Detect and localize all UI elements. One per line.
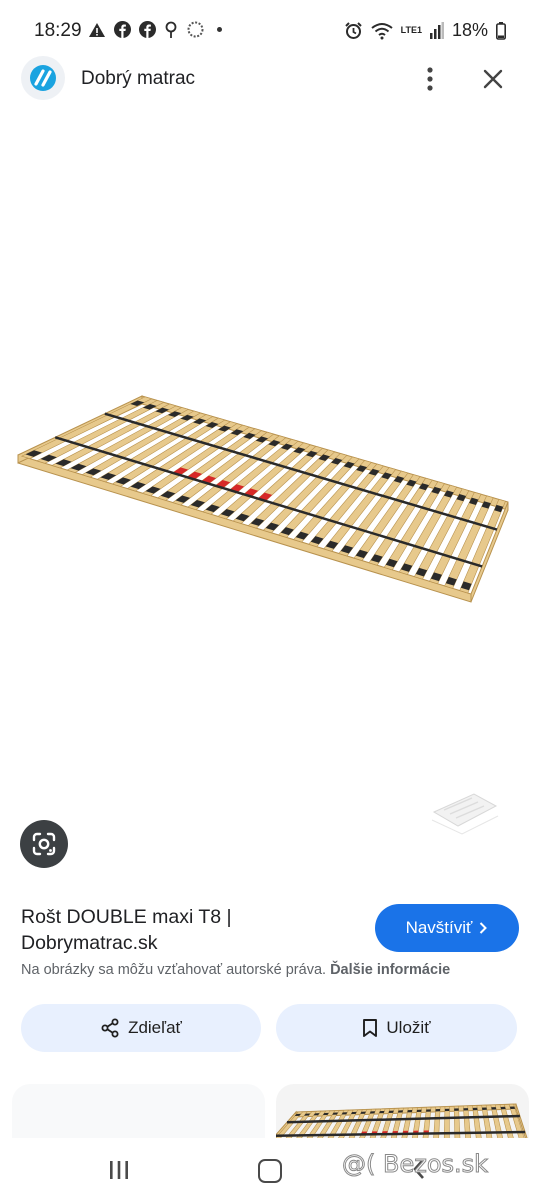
page-header: Dobrý matrac bbox=[0, 52, 540, 110]
dobry-matrac-logo-icon bbox=[30, 65, 56, 91]
share-label: Zdieľať bbox=[128, 1018, 182, 1037]
warning-icon bbox=[89, 22, 105, 37]
slat-holder bbox=[416, 1109, 422, 1113]
lens-icon bbox=[32, 832, 56, 856]
site-logo[interactable] bbox=[21, 56, 65, 100]
location-icon bbox=[165, 21, 177, 38]
battery-percent: 18% bbox=[451, 20, 488, 40]
recents-button[interactable] bbox=[108, 1160, 130, 1185]
share-icon bbox=[101, 1018, 119, 1038]
recents-icon bbox=[110, 1161, 128, 1179]
more-options-button[interactable] bbox=[412, 60, 448, 98]
copyright-notice: Na obrázky sa môžu vzťahovať autorské pr… bbox=[21, 962, 450, 978]
status-time: 18:29 bbox=[34, 20, 82, 41]
watermark-thumbnail bbox=[424, 772, 502, 848]
signal-icon bbox=[429, 22, 444, 39]
bed-thumbnail-image bbox=[431, 793, 499, 835]
slat-holder bbox=[509, 1106, 516, 1110]
close-button[interactable] bbox=[474, 60, 512, 98]
more-notifications-dot bbox=[217, 27, 222, 32]
slat-holder bbox=[388, 1110, 394, 1113]
status-right-icons: LTE1 18% bbox=[344, 20, 506, 41]
slat-holder bbox=[426, 1109, 431, 1112]
facebook-icon bbox=[114, 21, 131, 38]
chevron-right-icon bbox=[480, 922, 488, 934]
notification-icons bbox=[88, 20, 222, 39]
slat-holder bbox=[397, 1110, 403, 1113]
save-label: Uložiť bbox=[386, 1018, 431, 1037]
wifi-icon bbox=[371, 22, 393, 39]
google-lens-button[interactable] bbox=[20, 820, 68, 868]
more-info-link[interactable]: Ďalšie informácie bbox=[330, 962, 450, 978]
status-bar: 18:29 LTE1 18% bbox=[0, 0, 540, 60]
alarm-icon bbox=[344, 22, 362, 39]
site-title: Dobrý matrac bbox=[81, 68, 196, 89]
slat-holder bbox=[482, 1107, 487, 1110]
sync-icon bbox=[187, 21, 204, 38]
save-button[interactable]: Uložiť bbox=[276, 1004, 517, 1052]
slat-holder bbox=[491, 1107, 497, 1110]
slat-holder bbox=[407, 1109, 413, 1113]
facebook-icon bbox=[139, 21, 156, 38]
close-icon bbox=[483, 69, 503, 89]
share-button[interactable]: Zdieľať bbox=[21, 1004, 261, 1052]
result-title[interactable]: Rošt DOUBLE maxi T8 | Dobrymatrac.sk bbox=[21, 904, 351, 956]
visit-button[interactable]: Navštíviť bbox=[375, 904, 519, 952]
battery-icon bbox=[496, 21, 506, 40]
network-type: LTE1 bbox=[400, 25, 422, 35]
slat-holder bbox=[379, 1110, 385, 1114]
more-vert-icon bbox=[427, 67, 433, 91]
slat-holder bbox=[472, 1107, 478, 1111]
slat-holder bbox=[500, 1106, 506, 1110]
home-button[interactable] bbox=[258, 1159, 282, 1183]
copyright-text: Na obrázky sa môžu vzťahovať autorské pr… bbox=[21, 962, 327, 978]
watermark-text: @( Bezos.sk bbox=[341, 1150, 489, 1179]
visit-label: Navštíviť bbox=[405, 918, 473, 937]
slat-holder bbox=[454, 1108, 459, 1111]
slat-holder bbox=[435, 1109, 441, 1112]
bookmark-icon bbox=[363, 1019, 378, 1037]
slat-holder bbox=[444, 1108, 450, 1112]
slat-holder bbox=[463, 1108, 469, 1111]
